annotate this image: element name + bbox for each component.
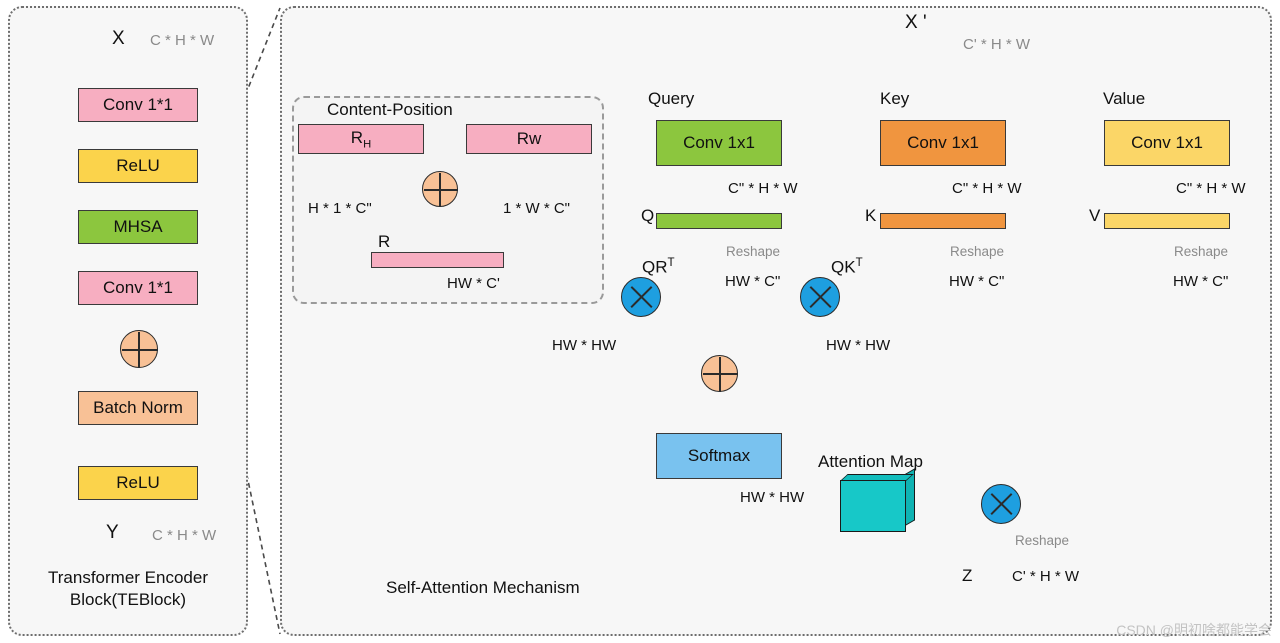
content-position-add-circle xyxy=(422,171,458,207)
block-mhsa[interactable]: MHSA xyxy=(78,210,198,244)
query-reshape-dim-label: HW * C" xyxy=(725,273,781,290)
right-input-dim-label: C' * H * W xyxy=(963,36,1031,53)
query-conv-dim-label: C" * H * W xyxy=(728,180,798,197)
key-reshape-label: Reshape xyxy=(950,244,1005,259)
right-panel-caption: Self-Attention Mechanism xyxy=(386,578,580,597)
value-conv-block[interactable]: Conv 1x1 xyxy=(1104,120,1230,166)
residual-add-circle xyxy=(120,330,158,368)
softmax-out-dim-label: HW * HW xyxy=(740,489,805,506)
qr-transpose-label: QRT xyxy=(642,257,675,277)
value-out-label: V xyxy=(1089,206,1101,225)
left-output-dim-label: C * H * W xyxy=(152,527,217,544)
block-rw[interactable]: Rw xyxy=(466,124,592,154)
query-out-label: Q xyxy=(641,206,655,225)
value-branch-label: Value xyxy=(1103,89,1146,108)
query-conv-block[interactable]: Conv 1x1 xyxy=(656,120,782,166)
r-dim-label: HW * C' xyxy=(447,275,500,292)
block-rh-label: RH xyxy=(350,127,372,151)
block-batch-norm[interactable]: Batch Norm xyxy=(78,391,198,425)
block-rh[interactable]: RH xyxy=(298,124,424,154)
attention-map-icon[interactable] xyxy=(840,468,916,532)
query-reshape-label: Reshape xyxy=(726,244,781,259)
bar-k[interactable] xyxy=(880,213,1006,229)
block-relu-first[interactable]: ReLU xyxy=(78,149,198,183)
matmul-qr-circle xyxy=(621,277,661,317)
block-relu-second[interactable]: ReLU xyxy=(78,466,198,500)
value-reshape-dim-label: HW * C" xyxy=(1173,273,1229,290)
key-reshape-dim-label: HW * C" xyxy=(949,273,1005,290)
diagram-root: X C * H * W Conv 1*1 ReLU MHSA Conv 1*1 … xyxy=(0,0,1280,643)
left-input-label: X xyxy=(112,28,125,49)
block-conv1x1-second[interactable]: Conv 1*1 xyxy=(78,271,198,305)
left-input-dim-label: C * H * W xyxy=(150,32,215,49)
query-branch-label: Query xyxy=(648,89,695,108)
matmul-qk-circle xyxy=(800,277,840,317)
content-position-title: Content-Position xyxy=(327,100,453,119)
right-input-label: X ' xyxy=(905,12,927,33)
bar-q[interactable] xyxy=(656,213,782,229)
key-out-label: K xyxy=(865,206,877,225)
qk-transpose-label: QKT xyxy=(831,257,863,277)
r-label: R xyxy=(378,232,391,251)
qk-out-dim-label: HW * HW xyxy=(826,337,891,354)
qr-out-dim-label: HW * HW xyxy=(552,337,617,354)
left-panel-caption-line1: Transformer Encoder xyxy=(48,568,208,587)
rh-dim-label: H * 1 * C" xyxy=(308,200,372,217)
attention-add-circle xyxy=(701,355,738,392)
watermark: CSDN @明初啥都能学会 xyxy=(1116,622,1272,638)
attention-map-label: Attention Map xyxy=(818,452,923,471)
matmul-output-circle xyxy=(981,484,1021,524)
left-output-label: Y xyxy=(106,522,119,543)
softmax-block[interactable]: Softmax xyxy=(656,433,782,479)
key-conv-dim-label: C" * H * W xyxy=(952,180,1022,197)
bar-v[interactable] xyxy=(1104,213,1230,229)
z-output-dim-label: C' * H * W xyxy=(1012,568,1080,585)
key-conv-block[interactable]: Conv 1x1 xyxy=(880,120,1006,166)
bar-r[interactable] xyxy=(371,252,504,268)
value-reshape-label: Reshape xyxy=(1174,244,1229,259)
block-conv1x1-first[interactable]: Conv 1*1 xyxy=(78,88,198,122)
z-reshape-label: Reshape xyxy=(1015,533,1070,548)
rw-dim-label: 1 * W * C" xyxy=(503,200,571,217)
z-output-label: Z xyxy=(962,566,973,585)
value-conv-dim-label: C" * H * W xyxy=(1176,180,1246,197)
key-branch-label: Key xyxy=(880,89,910,108)
left-panel-caption-line2: Block(TEBlock) xyxy=(69,590,187,609)
